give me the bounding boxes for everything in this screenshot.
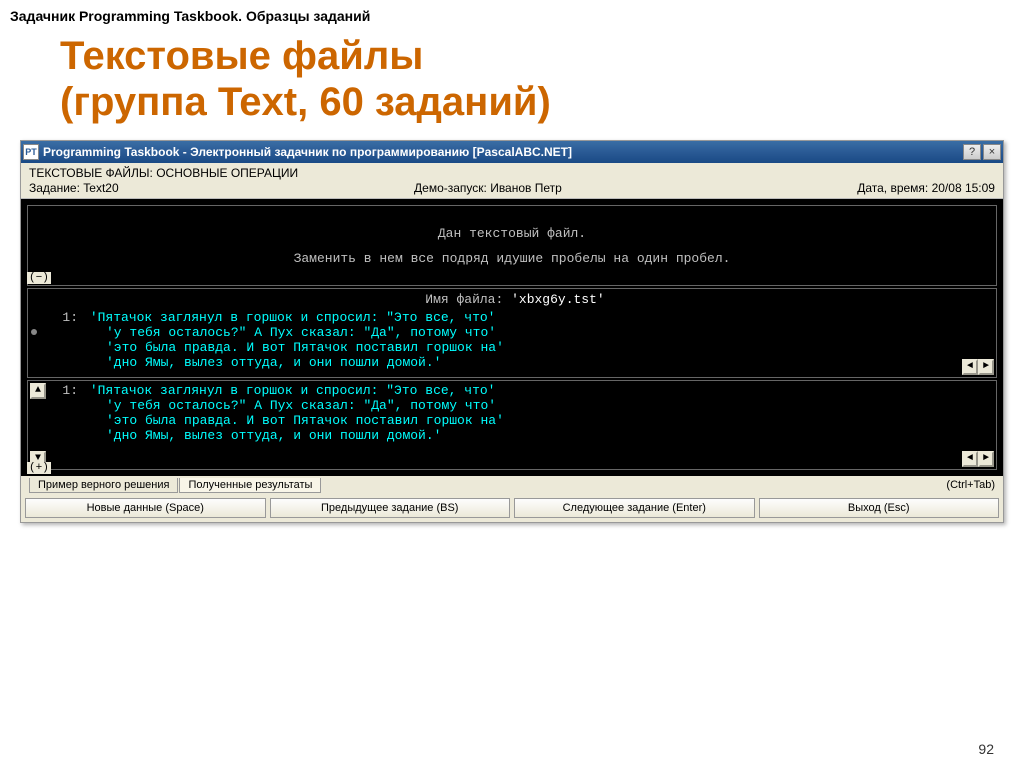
- close-button[interactable]: ×: [983, 144, 1001, 160]
- output-line1: 'Пятачок заглянул в горшок и спросил: "Э…: [86, 383, 496, 398]
- filename-label: Имя файла:: [425, 292, 503, 307]
- taskbook-window: PT Programming Taskbook - Электронный за…: [20, 140, 1004, 523]
- slide-title-line1: Текстовые файлы: [60, 34, 423, 78]
- slide-title-line2: (группа Text, 60 заданий): [60, 80, 551, 124]
- input-line3: 'это была правда. И вот Пятачок поставил…: [54, 340, 976, 355]
- slide-header: Задачник Programming Taskbook. Образцы з…: [0, 0, 1024, 28]
- input-line2: 'у тебя осталось?" А Пух сказал: "Да", п…: [54, 325, 976, 340]
- scroll-right-icon[interactable]: ►: [978, 451, 994, 467]
- input-line1: 'Пятачок заглянул в горшок и спросил: "Э…: [86, 310, 496, 325]
- task-line2: Заменить в нем все подряд идушие пробелы…: [38, 247, 986, 272]
- tab-results[interactable]: Полученные результаты: [179, 478, 321, 493]
- input-data-panel: Имя файла: 'xbxg6y.tst' 1: 'Пятачок загл…: [27, 288, 997, 378]
- window-titlebar: PT Programming Taskbook - Электронный за…: [21, 141, 1003, 163]
- category-label: ТЕКСТОВЫЕ ФАЙЛЫ: ОСНОВНЫЕ ОПЕРАЦИИ: [29, 166, 995, 181]
- scroll-left-icon[interactable]: ◄: [962, 451, 978, 467]
- task-id: Задание: Text20: [29, 181, 119, 195]
- task-line1: Дан текстовый файл.: [38, 222, 986, 247]
- app-icon: PT: [23, 144, 39, 160]
- scroll-left-icon[interactable]: ◄: [962, 359, 978, 375]
- output-line3: 'это была правда. И вот Пятачок поставил…: [54, 413, 976, 428]
- slide-number: 92: [978, 741, 994, 757]
- window-title: Programming Taskbook - Электронный задач…: [43, 145, 961, 159]
- input-line-num: 1:: [54, 310, 78, 325]
- datetime: Дата, время: 20/08 15:09: [857, 181, 995, 195]
- bottom-buttons: Новые данные (Space) Предыдущее задание …: [21, 494, 1003, 522]
- task-description-panel: Дан текстовый файл. Заменить в нем все п…: [27, 205, 997, 286]
- collapse-marker-icon[interactable]: (−): [27, 272, 51, 284]
- result-tabs: Пример верного решения Полученные резуль…: [21, 476, 1003, 494]
- output-line4: 'дно Ямы, вылез оттуда, и они пошли домо…: [54, 428, 976, 443]
- slide-title: Текстовые файлы (группа Text, 60 заданий…: [0, 28, 1024, 140]
- output-line2: 'у тебя осталось?" А Пух сказал: "Да", п…: [54, 398, 976, 413]
- tab-correct-example[interactable]: Пример верного решения: [29, 478, 178, 493]
- expand-marker-icon[interactable]: (+): [27, 462, 51, 474]
- filename-value: 'xbxg6y.tst': [511, 292, 605, 307]
- demo-user: Демо-запуск: Иванов Петр: [414, 181, 562, 195]
- output-data-panel: 1: 'Пятачок заглянул в горшок и спросил:…: [27, 380, 997, 470]
- prev-task-button[interactable]: Предыдущее задание (BS): [270, 498, 511, 518]
- exit-button[interactable]: Выход (Esc): [759, 498, 1000, 518]
- next-task-button[interactable]: Следующее задание (Enter): [514, 498, 755, 518]
- new-data-button[interactable]: Новые данные (Space): [25, 498, 266, 518]
- info-panel: ТЕКСТОВЫЕ ФАЙЛЫ: ОСНОВНЫЕ ОПЕРАЦИИ Задан…: [21, 163, 1003, 199]
- help-button[interactable]: ?: [963, 144, 981, 160]
- input-line4: 'дно Ямы, вылез оттуда, и они пошли домо…: [54, 355, 976, 370]
- output-line-num: 1:: [54, 383, 78, 398]
- scroll-right-icon[interactable]: ►: [978, 359, 994, 375]
- scroll-up-icon[interactable]: ▲: [30, 383, 46, 399]
- console-area: Дан текстовый файл. Заменить в нем все п…: [21, 199, 1003, 476]
- tab-shortcut-hint: (Ctrl+Tab): [946, 479, 995, 491]
